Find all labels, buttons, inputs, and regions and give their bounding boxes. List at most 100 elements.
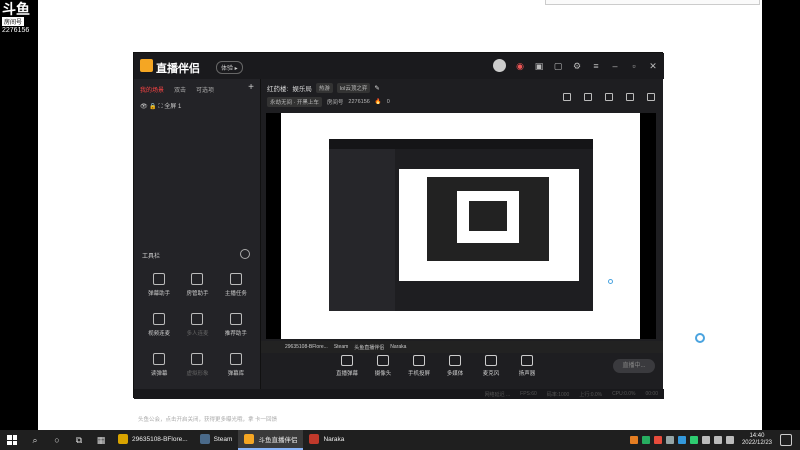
skin-icon[interactable]: ▢	[553, 61, 563, 71]
mic-link-icon	[153, 313, 166, 325]
stream-preview[interactable]	[266, 113, 656, 339]
lock-icon[interactable]	[584, 93, 592, 101]
tool-room-admin[interactable]: 房管助手	[178, 273, 216, 297]
shield-icon[interactable]	[605, 93, 613, 101]
network-icon[interactable]	[701, 436, 710, 444]
titlebar: 直播伴侣 体验 ▸ ◉ ▣ ▢ ⚙ ≡ – ▫ ✕	[134, 53, 664, 79]
edit-icon[interactable]: ✎	[374, 84, 379, 92]
button-label: 麦克风	[482, 371, 500, 377]
camera-button[interactable]: 摄像头	[369, 355, 397, 377]
maximize-icon[interactable]: ▫	[629, 61, 639, 71]
task-view-icon[interactable]: ⧉	[68, 430, 90, 450]
nested-titlebar	[329, 139, 593, 149]
tray-app-icon[interactable]	[629, 436, 638, 444]
bell-icon[interactable]	[626, 93, 634, 101]
danmaku-icon	[153, 273, 166, 285]
watermark-logo: 斗鱼	[2, 1, 30, 17]
menu-icon[interactable]: ≡	[591, 61, 601, 71]
tool-label: 虚拟形象	[186, 371, 209, 377]
button-label: 摄像头	[374, 371, 392, 377]
phone-cast-button[interactable]: 手机投屏	[405, 355, 433, 377]
add-scene-button[interactable]: +	[248, 82, 254, 93]
tools-toggle-icon[interactable]	[240, 249, 250, 259]
tab-double[interactable]: 双击	[174, 85, 186, 94]
clock-time: 14:40	[749, 433, 765, 439]
tray-app-icon[interactable]	[665, 436, 674, 444]
go-live-button[interactable]: 直播中...	[613, 359, 655, 373]
tray-app-icon[interactable]	[653, 436, 662, 444]
system-tray: 14:40 2022/12/23	[629, 433, 800, 447]
speaker-button[interactable]: 扬声器	[513, 355, 541, 377]
clock[interactable]: 14:40 2022/12/23	[738, 433, 776, 447]
tool-avatar[interactable]: 虚拟形象	[178, 353, 216, 377]
tab-my-scenes[interactable]: 我的场景	[140, 85, 164, 94]
nested-capture	[329, 139, 593, 311]
tool-read-danmaku[interactable]: 读弹幕	[140, 353, 178, 377]
naraka-icon	[309, 434, 320, 444]
tray-app-icon[interactable]	[689, 436, 698, 444]
guild-hint: 头鱼公会，点击开启关闭，获得更多曝光哦，拿 卡一回馈	[138, 417, 278, 423]
speaker-icon	[521, 355, 533, 366]
steam-icon	[199, 434, 210, 444]
media-icon[interactable]: ▦	[90, 430, 112, 450]
tool-video-link[interactable]: 视频连麦	[140, 313, 178, 337]
minimize-icon[interactable]: –	[610, 61, 620, 71]
watermark-room-id: 2276156	[2, 27, 30, 34]
room-id: 2276156	[348, 99, 370, 105]
tool-recommend[interactable]: 推荐助手	[217, 313, 255, 337]
main-area: 红药楼: 娱乐局 热游 lol云顶之弈 ✎ 永劫无间 · 开黑上车 房间号 22…	[261, 79, 663, 389]
close-icon[interactable]: ✕	[648, 61, 658, 71]
settings-icon[interactable]: ⚙	[572, 61, 582, 71]
volume-icon[interactable]	[713, 436, 722, 444]
danmaku-icon	[341, 355, 353, 366]
tool-anchor-task[interactable]: 主播任务	[217, 273, 255, 297]
scene-item[interactable]: 👁 🔒 ⛶ 全屏 1	[140, 101, 181, 111]
douyu-icon	[244, 434, 255, 444]
tag-hot[interactable]: 热游	[315, 83, 333, 93]
desktop: 斗鱼 房间号 2276156 直播伴侣 体验 ▸ ◉ ▣ ▢ ⚙ ≡ – ▫ ✕…	[0, 0, 800, 430]
scene-name: 全屏 1	[164, 104, 182, 110]
camera-icon	[377, 355, 389, 366]
gift-icon[interactable]: ▣	[534, 61, 544, 71]
button-label: 扬声器	[518, 371, 536, 377]
stream-category[interactable]: 娱乐局	[292, 83, 312, 93]
media-button[interactable]: 多媒体	[441, 355, 469, 377]
taskbar-app-explorer[interactable]: 29635108-BFlore...	[112, 430, 194, 450]
status-cpu: CPU:0.0%	[612, 391, 636, 397]
nested-preview	[399, 169, 579, 281]
stream-subtitle[interactable]: 永劫无间 · 开黑上车	[267, 97, 322, 107]
mic-button[interactable]: 麦克风	[477, 355, 505, 377]
tray-app-icon[interactable]	[641, 436, 650, 444]
taskbar-app-steam[interactable]: Steam	[194, 430, 239, 450]
status-fps: FPS:60	[520, 391, 537, 397]
tool-multi-link[interactable]: 多人连麦	[178, 313, 216, 337]
tag-game[interactable]: lol云顶之弈	[336, 83, 371, 93]
avatar[interactable]	[493, 59, 506, 72]
beta-badge[interactable]: 体验 ▸	[216, 61, 243, 74]
cursor-spinner-icon	[608, 279, 613, 284]
tool-danmaku-lib[interactable]: 弹幕库	[217, 353, 255, 377]
start-button[interactable]	[0, 430, 24, 450]
tool-label: 弹幕助手	[148, 291, 171, 297]
tab-options[interactable]: 可选项	[196, 85, 214, 94]
share-icon[interactable]	[647, 93, 655, 101]
background-window	[545, 0, 760, 5]
record-icon[interactable]: ◉	[515, 61, 525, 71]
gift-box-icon[interactable]	[563, 93, 571, 101]
cortana-icon[interactable]: ○	[46, 430, 68, 450]
notification-icon[interactable]	[780, 434, 792, 446]
tool-label: 多人连麦	[186, 331, 209, 337]
taskbar-app-naraka[interactable]: Naraka	[303, 430, 350, 450]
task-icon	[229, 273, 242, 285]
status-time: 00:00	[645, 391, 658, 397]
tool-danmaku-helper[interactable]: 弹幕助手	[140, 273, 178, 297]
tool-label: 推荐助手	[224, 331, 247, 337]
room-label: 房间号	[326, 100, 344, 106]
ime-icon[interactable]	[725, 436, 734, 444]
danmaku-button[interactable]: 直播弹幕	[333, 355, 361, 377]
search-icon[interactable]: ⌕	[24, 430, 46, 450]
button-label: 直播弹幕	[335, 371, 358, 377]
taskbar-app-douyu[interactable]: 斗鱼直播伴侣	[238, 430, 304, 450]
taskbar-app-label: 斗鱼直播伴侣	[258, 437, 298, 444]
tray-app-icon[interactable]	[677, 436, 686, 444]
